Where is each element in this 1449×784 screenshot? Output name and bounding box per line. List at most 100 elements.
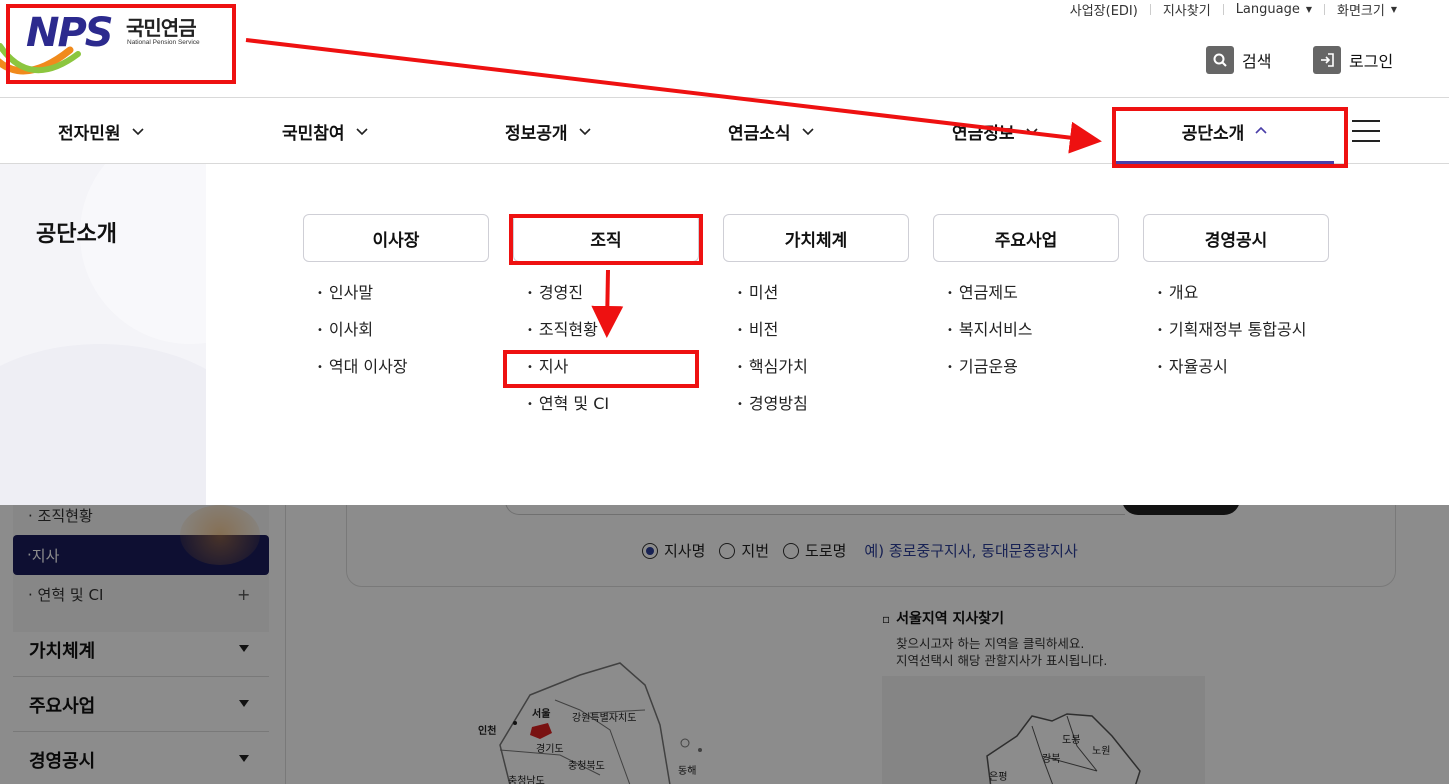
mega-col-disclosure: 경영공시 개요 기획재정부 통합공시 자율공시 [1143,214,1329,395]
branch-search-button[interactable] [1122,505,1240,515]
mega-link[interactable]: 개요 [1157,284,1329,321]
util-divider [1222,3,1224,15]
mega-link[interactable]: 이사회 [317,321,489,358]
radio-label: 도로명 [805,542,847,560]
sidebar-subitem-label: 지사 [31,546,60,565]
background-page: · 조직현황 · 지사 · 연혁 및 CI + 가치체계 주요사업 경영공시 지… [0,505,1449,784]
seoul-map-box: 도봉 노원 강북 은평 [882,676,1205,784]
branch-find-link[interactable]: 지사찾기 [1163,0,1211,19]
screen-size-label: 화면크기 [1337,3,1385,19]
caret-down-icon: ▼ [1390,4,1397,14]
mega-head-values[interactable]: 가치체계 [723,214,909,262]
seoul-district-label: 강북 [1042,753,1060,765]
search-button[interactable]: 검색 [1206,46,1271,74]
korea-map[interactable]: 인천 서울 강원특별자치도 경기도 충청북도 충청남도 동해 [470,655,710,784]
nav-item-news[interactable]: 연금소식 [728,98,815,164]
language-dropdown[interactable]: Language ▼ [1236,2,1312,17]
seoul-map-desc-line: 찾으시고자 하는 지역을 클릭하세요. [896,636,1085,651]
chevron-down-icon [355,128,368,136]
screen-size-dropdown[interactable]: 화면크기 ▼ [1337,0,1397,19]
sidebar-menu-disclosure[interactable]: 경영공시 [13,733,269,784]
radio-road-name[interactable] [783,542,800,559]
sidebar-subitem-label: 연혁 및 CI [37,586,104,604]
sidebar-menu-label: 가치체계 [29,640,96,662]
hamburger-menu-icon[interactable] [1352,120,1380,142]
nav-item-e-civil[interactable]: 전자민원 [58,98,145,164]
map-label: 동해 [678,764,696,777]
radio-label: 지번 [741,542,770,560]
mega-link[interactable]: 역대 이사장 [317,358,489,395]
seoul-district-label: 도봉 [1062,734,1080,746]
seoul-district-label: 은평 [989,771,1007,783]
caret-down-icon [239,700,249,707]
nav-item-pension-info[interactable]: 연금정보 [952,98,1039,164]
map-label: 서울 [532,707,550,720]
branch-search-input[interactable] [505,505,1125,515]
mega-link[interactable]: 경영진 [527,284,699,321]
decorative-circle [80,164,206,344]
mega-link[interactable]: 인사말 [317,284,489,321]
seoul-map-desc-line: 지역선택시 해당 관할지사가 표시됩니다. [896,653,1108,668]
radio-branch-name[interactable] [642,542,658,559]
mega-link[interactable]: 경영방침 [737,395,909,432]
mega-link[interactable]: 비전 [737,321,909,358]
nav-item-participation[interactable]: 국민참여 [282,98,369,164]
login-icon [1313,46,1341,74]
mega-link[interactable]: 핵심가치 [737,358,909,395]
mega-menu-panel: 공단소개 이사장 인사말 이사회 역대 이사장 조직 경영진 조직현황 지사 연… [0,164,1449,505]
caret-down-icon [239,755,249,762]
language-label: Language [1235,1,1300,17]
mega-link[interactable]: 연금제도 [947,284,1119,321]
util-divider [1149,3,1151,15]
nav-item-disclosure[interactable]: 정보공개 [505,98,592,164]
login-button[interactable]: 로그인 [1313,46,1393,74]
decorative-circle [0,344,206,505]
sidebar-subitem[interactable]: · 조직현황 [28,505,93,526]
map-label: 충청북도 [568,760,605,772]
content-divider [285,505,286,784]
map-label: 강원특별자치도 [572,712,636,724]
mega-link[interactable]: 기획재정부 통합공시 [1157,321,1329,358]
mega-link[interactable]: 복지서비스 [947,321,1119,358]
mega-head-chairman[interactable]: 이사장 [303,214,489,262]
annotation-box-about [1112,107,1348,168]
nav-item-label: 정보공개 [505,123,568,144]
nav-item-label: 국민참여 [282,123,345,144]
sidebar-subitem[interactable]: · 연혁 및 CI [28,584,103,605]
seoul-district-label: 노원 [1092,745,1110,757]
sidebar-subitem-label: 조직현황 [37,507,93,525]
mega-list: 연금제도 복지서비스 기금운용 [933,284,1119,395]
plus-icon[interactable]: + [237,585,250,604]
mega-list: 인사말 이사회 역대 이사장 [303,284,489,395]
search-button-label: 검색 [1242,52,1272,71]
map-label: 인천 [478,724,496,737]
mega-col-values: 가치체계 미션 비전 핵심가치 경영방침 [723,214,909,432]
sidebar-menu-values[interactable]: 가치체계 [13,623,269,677]
mega-list: 미션 비전 핵심가치 경영방침 [723,284,909,432]
map-label: 경기도 [536,742,564,755]
edi-link[interactable]: 사업장(EDI) [1070,0,1138,19]
mega-link[interactable]: 자율공시 [1157,358,1329,395]
mega-head-business[interactable]: 주요사업 [933,214,1119,262]
nav-item-label: 연금정보 [952,123,1015,144]
sidebar-menu-business[interactable]: 주요사업 [13,678,269,732]
chevron-down-icon [131,128,144,136]
seoul-map[interactable]: 도봉 노원 강북 은평 [882,676,1205,784]
annotation-box-organization [509,214,703,265]
decorative-glow [180,505,260,565]
mega-list: 개요 기획재정부 통합공시 자율공시 [1143,284,1329,395]
annotation-box-branch [503,350,699,388]
mega-link[interactable]: 기금운용 [947,358,1119,395]
radio-lot-number[interactable] [719,542,736,559]
seoul-map-title: 서울지역 지사찾기 [882,608,1004,628]
annotation-box-logo [6,4,236,84]
mega-link[interactable]: 연혁 및 CI [527,395,699,432]
mega-menu-title: 공단소개 [36,222,117,247]
util-divider [1324,3,1325,15]
caret-down-icon: ▼ [1305,4,1312,14]
sidebar-menu-label: 경영공시 [29,750,96,772]
mega-col-chairman: 이사장 인사말 이사회 역대 이사장 [303,214,489,395]
mega-link[interactable]: 미션 [737,284,909,321]
caret-down-icon [239,645,249,652]
mega-head-disclosure[interactable]: 경영공시 [1143,214,1329,262]
